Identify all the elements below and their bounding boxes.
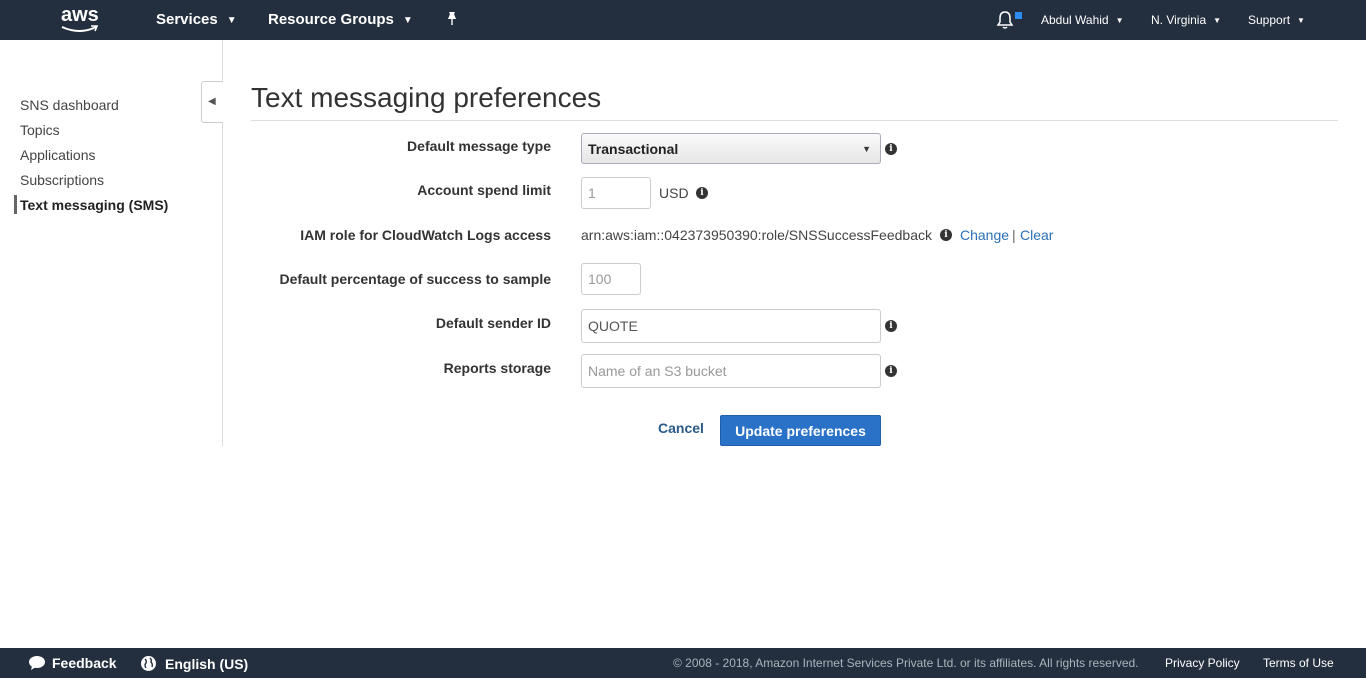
reports-storage-input[interactable] [581,354,881,388]
language-label: English (US) [165,656,249,672]
region-menu[interactable]: N. Virginia ▼ [1151,13,1221,27]
spend-limit-input[interactable] [581,177,651,209]
notification-badge [1015,12,1022,19]
sidebar-item-applications[interactable]: Applications [20,147,96,163]
success-sample-label: Default percentage of success to sample [279,271,551,287]
sender-id-label: Default sender ID [435,315,551,331]
resource-groups-label: Resource Groups [268,11,394,28]
notifications-bell-icon[interactable] [995,10,1022,32]
chevron-left-icon: ◀ [208,96,216,107]
active-indicator [14,195,17,214]
iam-role-value: arn:aws:iam::042373950390:role/SNSSucces… [581,227,932,243]
title-divider [251,120,1338,121]
feedback-label: Feedback [52,655,117,671]
terms-of-use-link[interactable]: Terms of Use [1263,656,1334,670]
clear-role-link[interactable]: Clear [1020,227,1053,243]
services-label: Services [156,11,218,28]
chevron-down-icon: ▼ [1213,16,1222,25]
footer: Feedback English (US) © 2008 - 2018, Ama… [0,648,1366,678]
chevron-down-icon: ▼ [1115,16,1124,25]
logo-smile-icon [61,25,99,32]
privacy-policy-link[interactable]: Privacy Policy [1165,656,1240,670]
speech-bubble-icon [29,656,45,670]
chevron-down-icon: ▼ [226,15,237,26]
language-selector[interactable]: English (US) [140,655,248,672]
info-icon[interactable]: i [885,320,897,332]
support-label: Support [1248,13,1291,27]
info-icon[interactable]: i [885,143,897,155]
link-separator: | [1012,227,1016,243]
feedback-button[interactable]: Feedback [28,655,117,671]
message-type-label: Default message type [407,138,551,154]
copyright-text: © 2008 - 2018, Amazon Internet Services … [673,656,1139,670]
sidebar-item-text-messaging[interactable]: Text messaging (SMS) [20,197,168,213]
support-menu[interactable]: Support ▼ [1248,13,1305,27]
info-icon[interactable]: i [940,229,952,241]
sidebar-item-topics[interactable]: Topics [20,122,60,138]
pin-icon[interactable] [445,11,459,32]
update-preferences-button[interactable]: Update preferences [720,415,881,446]
resource-groups-menu[interactable]: Resource Groups ▼ [268,11,413,28]
info-icon[interactable]: i [696,187,708,199]
region-label: N. Virginia [1151,13,1207,27]
message-type-select[interactable]: Transactional ▼ [581,133,881,164]
sender-id-input[interactable] [581,309,881,343]
chevron-down-icon: ▼ [402,15,413,26]
collapse-sidebar-button[interactable]: ◀ [201,81,223,123]
message-type-value: Transactional [588,141,679,157]
aws-logo[interactable]: aws [60,4,104,34]
change-role-link[interactable]: Change [960,227,1009,243]
page-title: Text messaging preferences [251,82,602,113]
iam-role-label: IAM role for CloudWatch Logs access [300,227,551,243]
services-menu[interactable]: Services ▼ [156,11,237,28]
cancel-button[interactable]: Cancel [658,420,704,436]
sidebar-item-sns-dashboard[interactable]: SNS dashboard [20,97,119,113]
info-icon[interactable]: i [885,365,897,377]
user-menu[interactable]: Abdul Wahid ▼ [1041,13,1124,27]
chevron-down-icon: ▼ [1297,16,1305,25]
top-nav: aws Services ▼ Resource Groups ▼ Abdul Wah… [0,0,1366,40]
globe-icon [141,656,156,671]
user-label: Abdul Wahid [1041,13,1109,27]
sidebar-item-subscriptions[interactable]: Subscriptions [20,172,104,188]
sidebar: SNS dashboard Topics Applications Subscr… [0,40,223,446]
currency-unit: USD [659,185,689,201]
dropdown-arrow-icon: ▼ [862,144,871,154]
success-sample-input[interactable] [581,263,641,295]
reports-storage-label: Reports storage [443,360,551,376]
spend-limit-label: Account spend limit [417,182,551,198]
